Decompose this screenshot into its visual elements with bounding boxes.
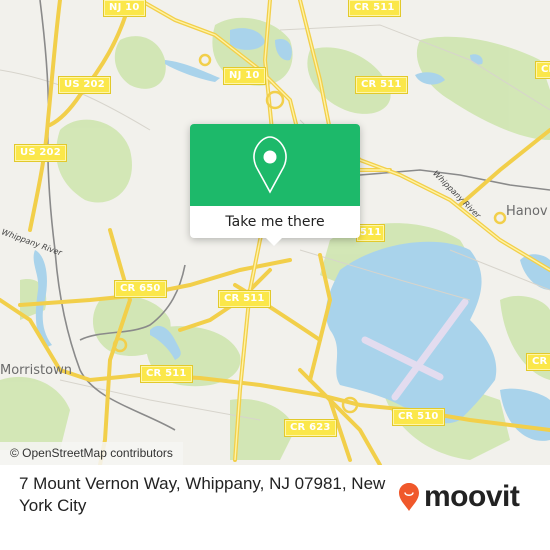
road-shield-nj10: NJ 10 (103, 0, 146, 17)
road-shield-us202: US 202 (14, 144, 67, 162)
take-me-there-button[interactable]: Take me there (190, 206, 360, 238)
road-shield-cr650: CR 650 (114, 280, 167, 298)
road-shield-cr511: CR 511 (348, 0, 401, 17)
road-shield-cr511: CR 511 (355, 76, 408, 94)
place-label-morristown: Morristown (0, 363, 72, 378)
popup-header (190, 124, 360, 206)
road-shield-cr511: CR 511 (140, 365, 193, 383)
road-shield-cr510: CR 510 (392, 408, 445, 426)
address-text: 7 Mount Vernon Way, Whippany, NJ 07981, … (19, 474, 386, 515)
footer: 7 Mount Vernon Way, Whippany, NJ 07981, … (0, 465, 550, 550)
moovit-wordmark: moovit (424, 480, 520, 513)
road-shield-nj10: NJ 10 (223, 67, 266, 85)
road-shield-cr: CR (525, 353, 550, 371)
map-attribution[interactable]: © OpenStreetMap contributors (0, 442, 183, 465)
road-shield-us202: US 202 (58, 76, 111, 94)
popup-pointer (265, 237, 283, 246)
map-pin-icon (253, 136, 287, 194)
road-shield-cr511: CR 511 (218, 290, 271, 308)
road-shield-cr623: CR 623 (284, 419, 337, 437)
place-label-hanover: Hanov (506, 204, 548, 219)
moovit-pin-icon (399, 483, 419, 511)
moovit-logo[interactable]: moovit (398, 477, 520, 517)
road-shield-cr: CR (534, 61, 550, 79)
road-shield-cr511: 511 (355, 224, 386, 242)
destination-popup: Take me there (190, 124, 360, 238)
